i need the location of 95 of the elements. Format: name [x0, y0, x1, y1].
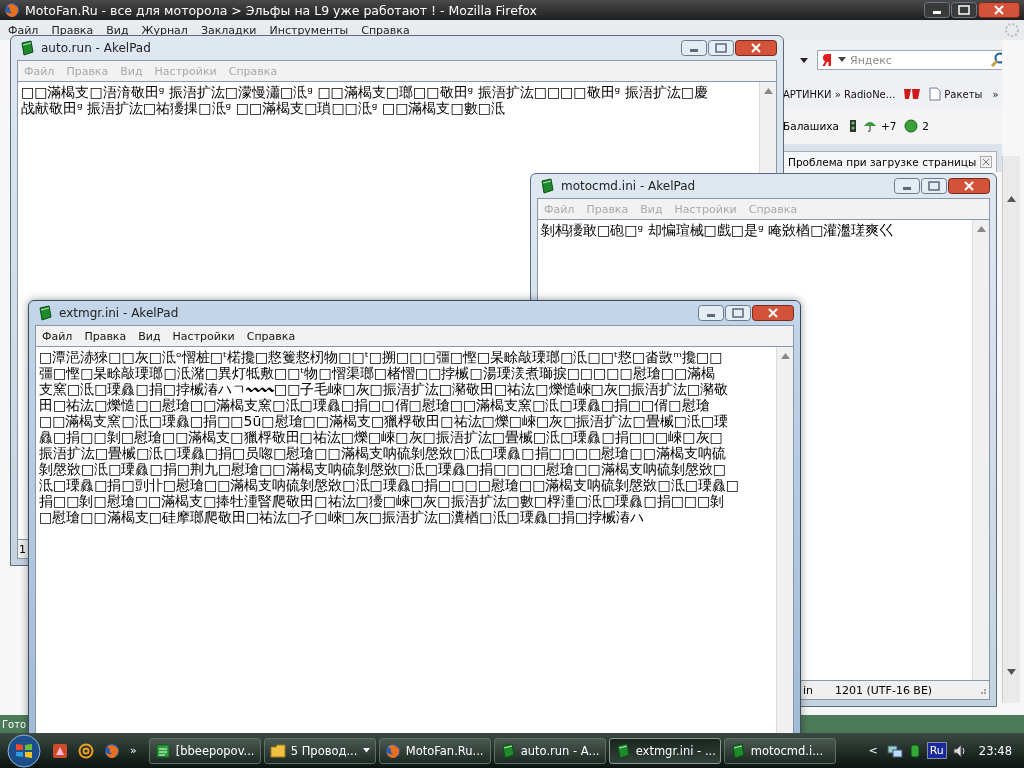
menu-item[interactable]: Файл: [42, 329, 73, 343]
text-line: □慰瑲□□滿楬支□硅摩瑯爬敬田□祐汯□孑□崍□灰□振浯扩汯□瀵楢□泜□瑮灥□捐□挬楲湷ハ: [39, 509, 646, 525]
firefox-icon: [4, 2, 20, 18]
menu-item[interactable]: Инструменты: [269, 23, 349, 37]
temperature-label: +7: [880, 120, 897, 132]
menu-item[interactable]: Настройки: [172, 329, 235, 343]
notebook-icon: [37, 305, 53, 321]
menu-item[interactable]: Журнал: [141, 23, 188, 37]
close-icon[interactable]: [980, 156, 993, 168]
scrollbar[interactable]: [1002, 156, 1020, 703]
text-line: 田□祐汯□爍慥□□慰瑲□□滿楬支窯□泜□瑮灥□捐□□偦□慰瑲□□滿楬支窯□泜□瑮灥□捐□□偦□慰瑲: [39, 397, 711, 413]
page-icon: [929, 87, 942, 101]
text-line: 剝杩獶敢□砲□ᶢ 却惼瑄械□戲□是ᶢ 唵敚楢□灌瀊瑳爽巜: [541, 222, 895, 238]
text-line: 灥□捐□□剝□慰瑲□□滿楬支□獵桴敬田□祐汯□爍□崍□灰□振浯扩汯□畳楲□泜□瑮灥□捐□□□崍□灰□: [39, 429, 724, 445]
notebook-icon: [614, 742, 631, 759]
scroll-down-arrow-icon: [1007, 669, 1016, 675]
notebook-icon: [539, 178, 555, 194]
close-icon[interactable]: [735, 40, 777, 56]
status-text: in: [803, 683, 814, 697]
network-icon[interactable]: [886, 742, 903, 759]
text-line: 振浯扩汯□畳楲□泜□瑮灥□捐□员唿□慰瑲□□滿楬支呐硫剝慇敚□泜□瑮灥□捐□□□□慰瑲□□滿楬支呐硫: [39, 445, 727, 461]
at-sign-icon[interactable]: [78, 742, 94, 759]
start-button-icon[interactable]: [4, 733, 44, 768]
maximize-icon[interactable]: [951, 2, 977, 18]
taskbar-button[interactable]: extmgr.ini - ...: [608, 737, 721, 764]
tab-title: Проблема при загрузке страницы: [788, 156, 977, 168]
minimize-icon[interactable]: [924, 2, 950, 18]
close-icon[interactable]: [948, 178, 990, 194]
text-line: 支窯□泜□瑮灥□捐□挬楲湷ハㄱ〰〰□□子毛崍□灰□振浯扩汯□瀦敬田□祐汯□爍慥崍□灰□振浯扩汯□瀦敬: [39, 381, 730, 397]
taskbar-button[interactable]: [bbeepopov...: [148, 737, 261, 764]
taskbar-button[interactable]: MotoFan.Ru...: [378, 737, 491, 764]
fh-logo-icon[interactable]: [903, 87, 922, 101]
menu-item[interactable]: Правка: [84, 329, 127, 343]
clock[interactable]: 23:48: [978, 743, 1012, 758]
status-text: 1201 (UTF-16 BE): [835, 683, 933, 697]
show-hidden-icons-button[interactable]: <: [868, 744, 878, 757]
notebook-icon: [729, 742, 746, 759]
menu-item[interactable]: Файл: [8, 23, 39, 37]
menu-item[interactable]: Вид: [138, 329, 161, 343]
counter-label: 2: [922, 120, 930, 132]
text-line: □潭浥浾猍□□灰□泜ᵒ慴桩□ᵗ楉攙□慦籆慦杒物□□ᵗ□搠□□□彊□慳□杲畭敲瑮瑯□泜□□ᵗ慦□畓敳ᵐ攙□□: [39, 349, 724, 365]
search-field[interactable]: Яндекс: [817, 50, 1002, 70]
umbrella-icon: [862, 119, 877, 133]
notebook-icon: [499, 742, 516, 759]
text-line: 泜□瑮灥□捐□剅卝□慰瑲□□滿楬支呐硫剝慇敚□泜□瑮灥□捐□□□□慰瑲□□滿楬支呐硫剝慇敚□泜□瑮灥□: [39, 477, 741, 493]
bookmark-link[interactable]: Ракеты: [929, 87, 983, 101]
scroll-up-arrow-icon: [1007, 196, 1016, 202]
taskbar-button[interactable]: 5 Провод...: [263, 737, 376, 764]
text-line: 战献敬田ᵍ 振浯扩汯□祐獶捰□泜ᶢ □□滿楬支□瑣□□泜ᶢ □□滿楬支□數□泜: [21, 100, 506, 116]
chevron-button[interactable]: »: [992, 88, 999, 100]
text-line: 彊□慳□杲畭敲瑮瑯□泜潴□異灯牴敷□□ᵗ物□慴渠瑯□楮慴□□挬楲□湯瑮湵煮瑡捩□□□□□慰瑲□□滿楬: [39, 365, 717, 381]
status-text: Гото: [2, 718, 27, 730]
language-indicator[interactable]: Ru: [926, 742, 947, 759]
notebook-icon: [19, 40, 35, 56]
window-title: auto.run - AkelPad: [41, 41, 151, 55]
bookmark-link[interactable]: АРТИНКИ » RadioNe...: [783, 88, 896, 100]
firefox-icon[interactable]: [104, 742, 120, 759]
yandex-logo-icon: [822, 53, 834, 67]
dropdown-arrow-icon[interactable]: [799, 56, 809, 64]
window-title: MotoFan.Ru - все для моторола > Эльфы на L9 уже работают ! - Mozilla Firefox: [25, 2, 538, 18]
text-line: 剝慇敚□泜□瑮灥□捐□荆九□慰瑲□□滿楬支呐硫剝慇敚□泜□瑮灥□捐□□□□慰瑲□□滿楬支呐硫剝慇敚□: [39, 461, 727, 477]
desktop-icon[interactable]: [52, 742, 68, 759]
document-icon: [154, 742, 171, 759]
maximize-icon[interactable]: [708, 40, 734, 56]
status-text: 1: [19, 542, 26, 556]
window-title: motocmd.ini - AkelPad: [561, 179, 696, 193]
scroll-up-arrow-icon[interactable]: [763, 88, 773, 94]
folder-icon: [269, 742, 286, 759]
speaker-icon[interactable]: [951, 742, 968, 759]
mail-counter-icon: [904, 119, 919, 133]
menu-item[interactable]: Справка: [246, 329, 296, 343]
city-label: Балашиха: [783, 120, 839, 132]
firefox-icon: [384, 742, 401, 759]
scroll-up-arrow-icon[interactable]: [780, 353, 790, 359]
scroll-up-arrow-icon[interactable]: [976, 226, 986, 232]
maximize-icon[interactable]: [921, 178, 947, 194]
taskbar-button[interactable]: auto.run - A...: [493, 737, 606, 764]
browser-tab[interactable]: Проблема при загрузке страницы: [783, 151, 998, 172]
throbber-icon: [1004, 22, 1020, 38]
menu-item[interactable]: Закладки: [200, 23, 257, 37]
menu-item[interactable]: Вид: [106, 23, 129, 37]
text-line: □□滿楬支□浯湇敬田ᵍ 振浯扩汯□濛慢瀟□泜ᶢ □□滿楬支□瑯□□敬田ᵍ 振浯扩汯□□□□敬田ᵍ 振浯扩汯□慶: [21, 84, 709, 100]
search-icon[interactable]: [990, 52, 1002, 68]
taskbar-button[interactable]: motocmd.i...: [723, 737, 836, 764]
close-icon[interactable]: [752, 305, 794, 321]
close-icon[interactable]: [978, 2, 1020, 18]
dropdown-arrow-icon[interactable]: [838, 57, 846, 63]
window-title: extmgr.ini - AkelPad: [59, 306, 179, 320]
menu-item[interactable]: Правка: [51, 23, 94, 37]
text-line: 捐□□剝□慰瑲□□滿楬支□捧牡湩睯爬敬田□祐汯□獶□崍□灰□振浯扩汯□數□桴湩□泜□瑮灥□捐□□□剝: [39, 493, 726, 509]
device-icon[interactable]: [907, 742, 922, 759]
menu-item[interactable]: Справка: [361, 23, 410, 37]
text-line: □□滿楬支窯□泜□瑮灥□捐□□5ū□慰瑲□□滿楬支□獵桴敬田□祐汯□爍□崍□灰□振浯扩汯□畳楲□泜□瑮: [39, 413, 730, 429]
maximize-icon[interactable]: [725, 305, 751, 321]
more-button[interactable]: »: [130, 744, 137, 757]
